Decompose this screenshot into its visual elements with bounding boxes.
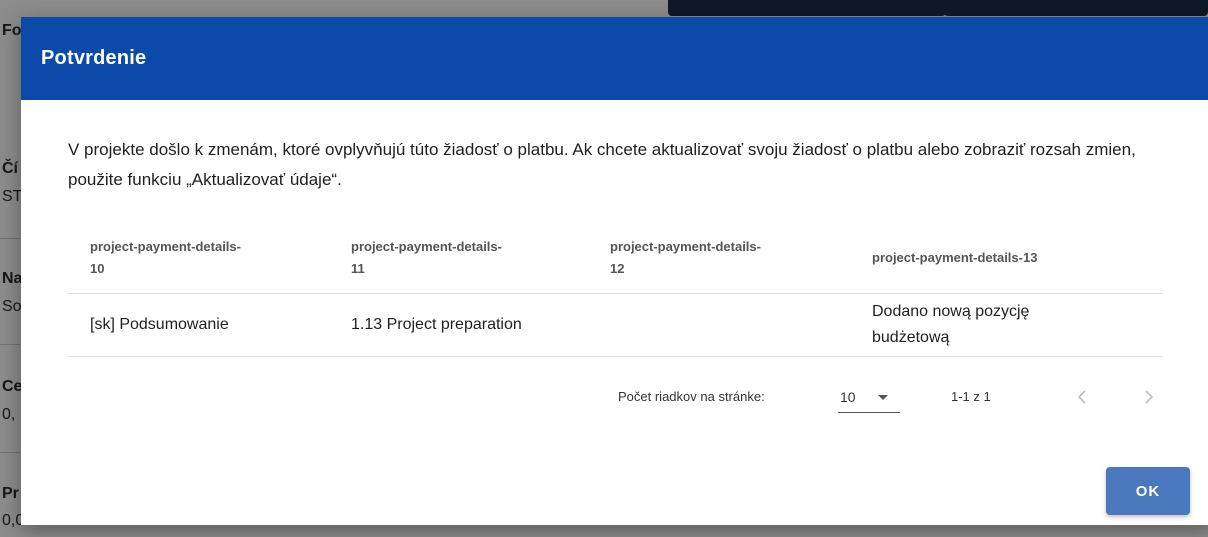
column-header[interactable]: project-payment-details-12 bbox=[588, 236, 850, 280]
caret-down-icon bbox=[878, 395, 888, 400]
column-header[interactable]: project-payment-details-11 bbox=[329, 236, 588, 280]
confirmation-dialog: Potvrdenie V projekte došlo k zmenám, kt… bbox=[21, 17, 1208, 525]
pagination-range: 1-1 z 1 bbox=[951, 389, 991, 404]
table-cell: [sk] Podsumowanie bbox=[90, 316, 229, 333]
table-header-row: project-payment-details-10 project-payme… bbox=[68, 222, 1163, 294]
dialog-title: Potvrdenie bbox=[41, 47, 147, 69]
rows-per-page-select[interactable]: 10 bbox=[838, 383, 900, 413]
dialog-message: V projekte došlo k zmenám, ktoré ovplyvň… bbox=[68, 140, 1136, 189]
table-cell: Dodano nową pozycję budżetową bbox=[872, 303, 1030, 346]
rows-per-page-label: Počet riadkov na stránke: bbox=[618, 389, 765, 404]
ok-button[interactable]: OK bbox=[1106, 467, 1190, 515]
dialog-header: Potvrdenie bbox=[21, 17, 1208, 100]
chevron-right-icon bbox=[1145, 390, 1154, 404]
table-pagination: Počet riadkov na stránke: 10 1-1 z 1 bbox=[68, 373, 1163, 419]
chevron-left-icon bbox=[1077, 390, 1086, 404]
previous-page-button[interactable] bbox=[1068, 383, 1096, 411]
next-page-button[interactable] bbox=[1135, 383, 1163, 411]
column-header[interactable]: project-payment-details-10 bbox=[68, 236, 329, 280]
rows-per-page-value: 10 bbox=[840, 389, 856, 405]
table-cell: 1.13 Project preparation bbox=[351, 316, 522, 333]
changes-table: project-payment-details-10 project-payme… bbox=[68, 222, 1163, 357]
column-header[interactable]: project-payment-details-13 bbox=[850, 247, 1163, 269]
table-row: [sk] Podsumowanie 1.13 Project preparati… bbox=[68, 294, 1163, 357]
